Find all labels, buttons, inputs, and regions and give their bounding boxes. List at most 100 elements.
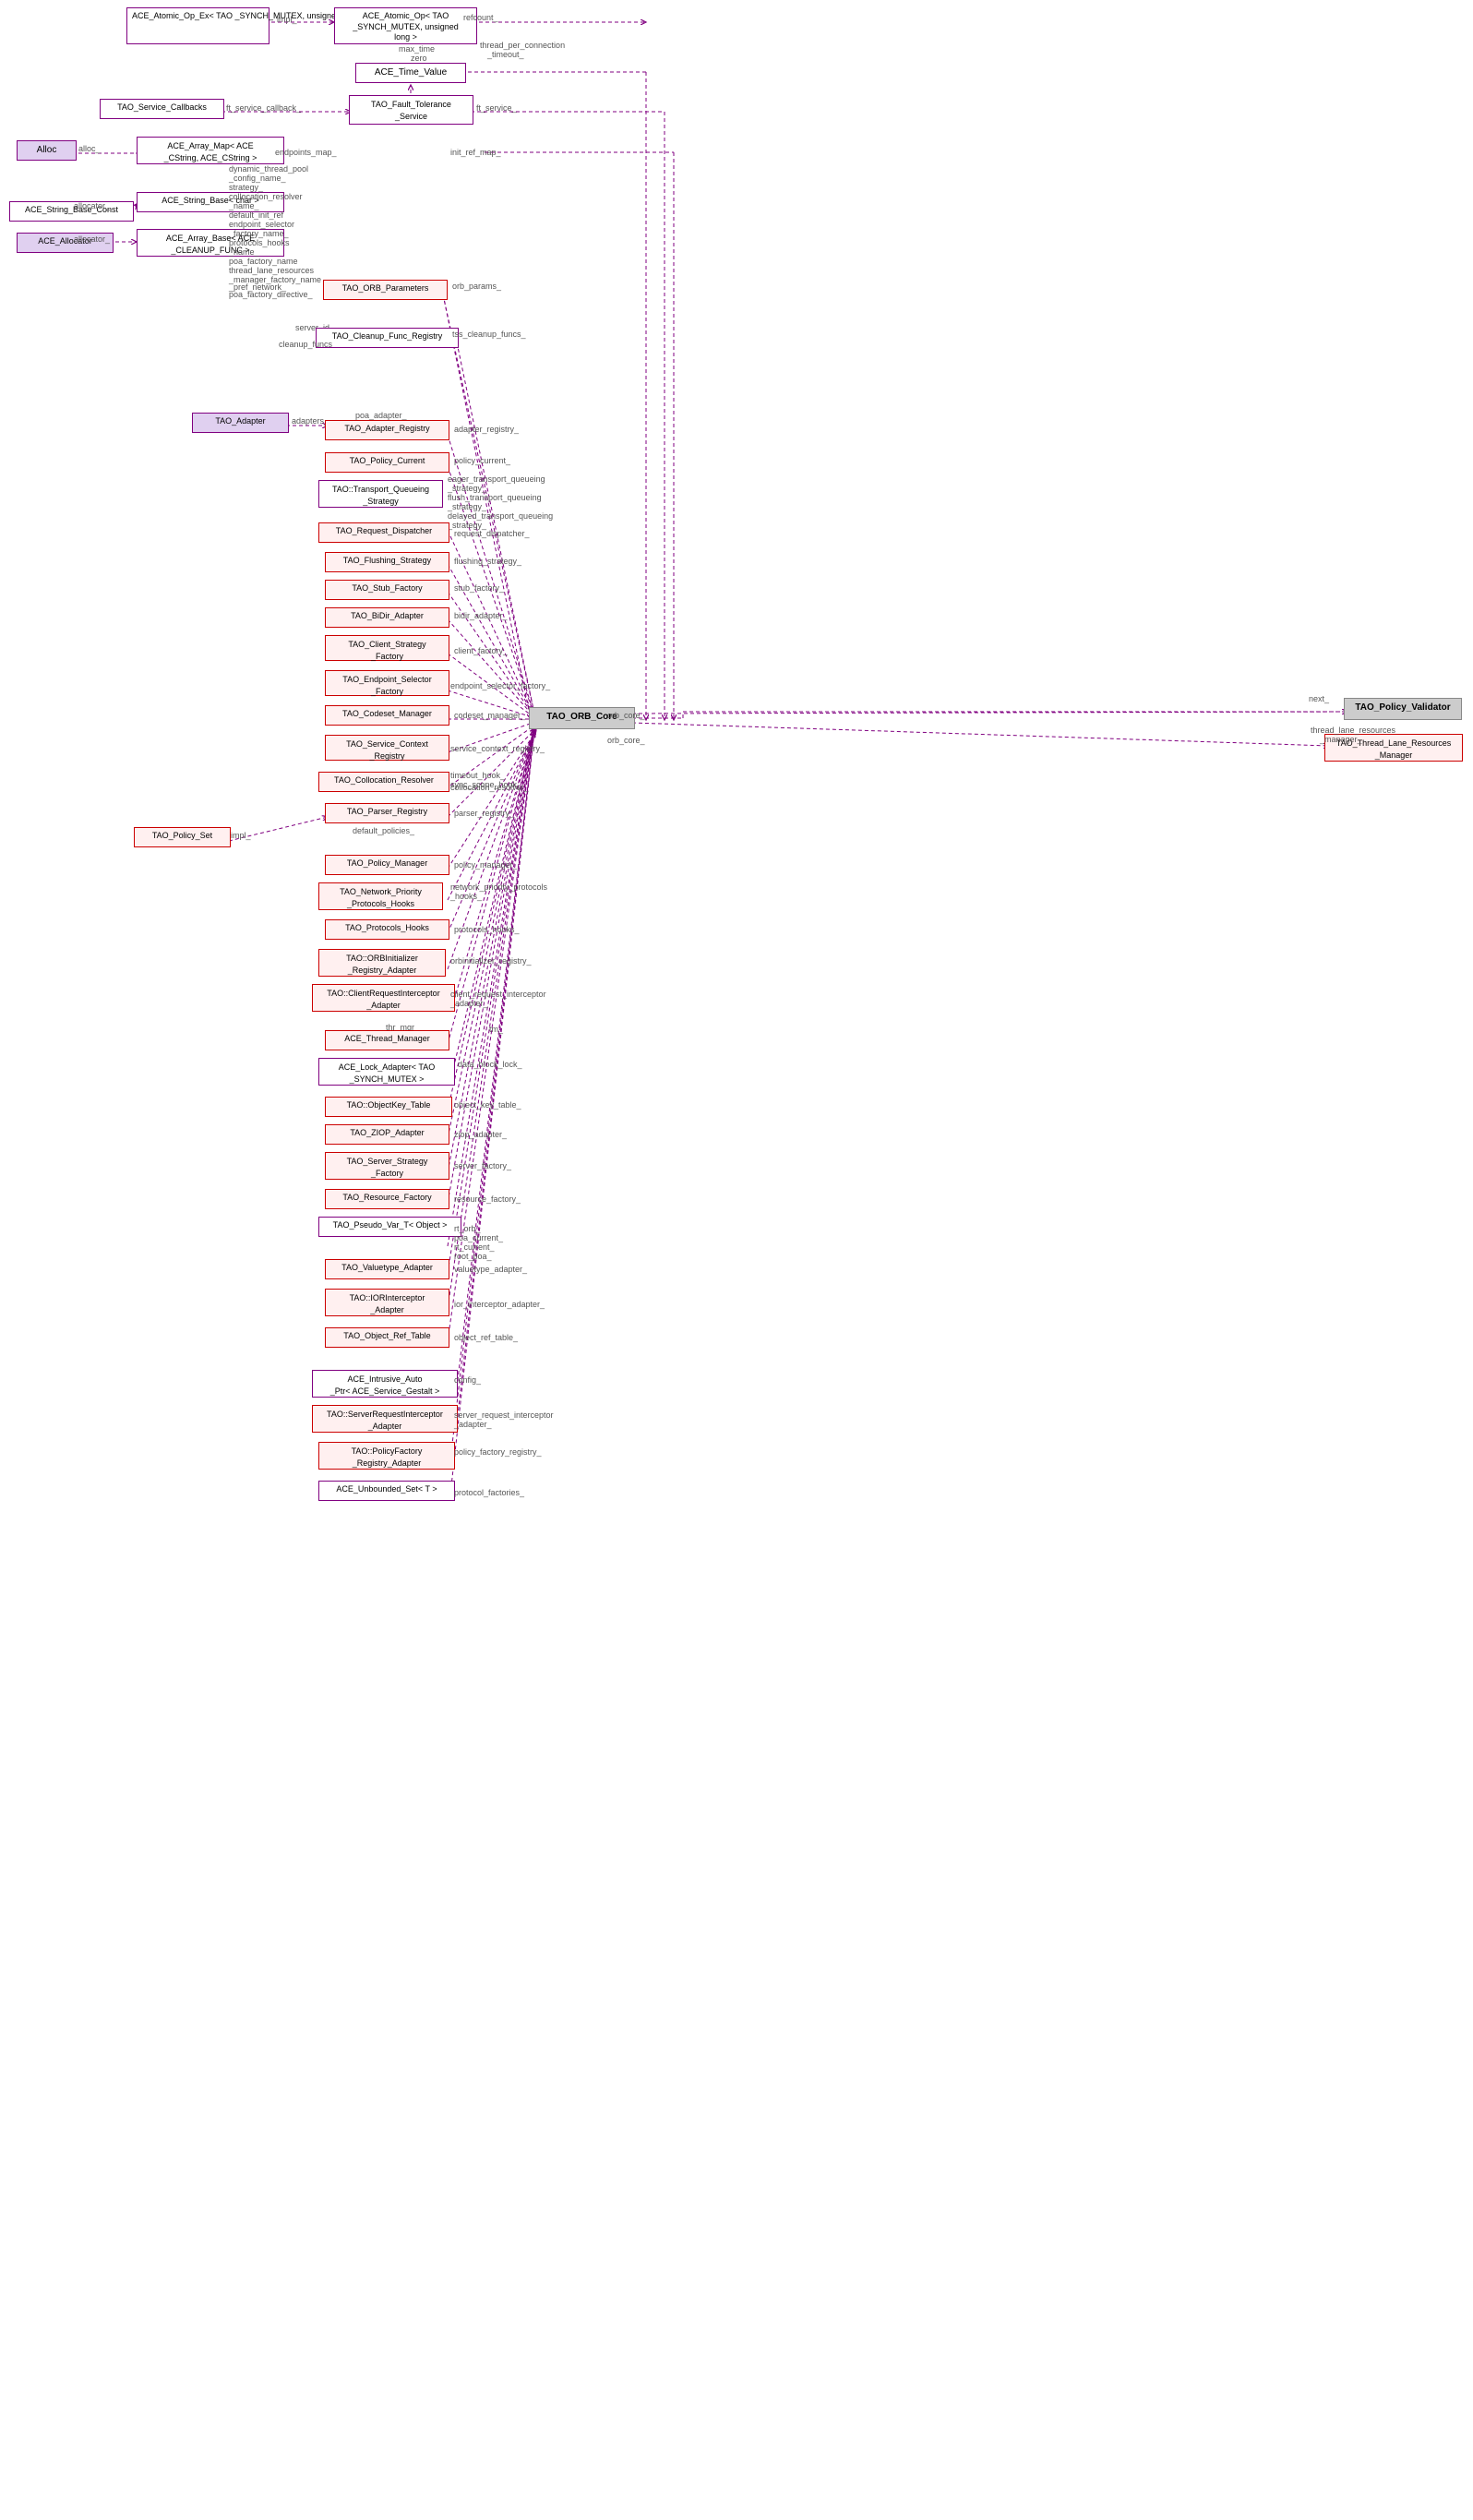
label-bidir-adapter: bidir_adapter_: [454, 611, 508, 620]
label-tm: tm_: [489, 1025, 503, 1034]
label-eager-transport: eager_transport_queueing: [448, 474, 545, 484]
label-protocols-hooks2: protocols_hooks_: [454, 925, 520, 934]
label-refcount: refcount_: [463, 13, 498, 22]
node-ace-string-base-const: ACE_String_Base_Const: [9, 201, 134, 222]
label-valuetype-adapter: valuetype_adapter_: [454, 1265, 527, 1274]
label-network-priority-protocols: network_priority_protocols: [450, 882, 547, 892]
label-adapters: adapters_: [292, 416, 329, 426]
label-strategy3: _strategy_: [448, 502, 486, 511]
label-flush-transport: flush_transport_queueing: [448, 493, 542, 502]
label-policy-manager: policy_manager_: [454, 860, 518, 870]
label-orbinitializer-registry: orbinitializer_registry_: [450, 956, 532, 966]
node-tao-server-request-interceptor-adapter: TAO::ServerRequestInterceptor_Adapter: [312, 1405, 458, 1433]
label-policy-factory-registry: policy_factory_registry_: [454, 1447, 542, 1457]
label-ior-interceptor-adapter: ior_interceptor_adapter_: [454, 1300, 545, 1309]
node-tao-pseudo-var-object: TAO_Pseudo_Var_T< Object >: [318, 1217, 461, 1237]
node-tao-bidir-adapter: TAO_BiDir_Adapter: [325, 607, 449, 628]
node-tao-policy-validator: TAO_Policy_Validator: [1344, 698, 1462, 720]
node-tao-client-strategy-factory: TAO_Client_Strategy_Factory: [325, 635, 449, 661]
label-default-policies: default_policies_: [353, 826, 414, 835]
label-orb-core1: orb_core_: [607, 711, 645, 720]
label-allocator1: allocator_: [74, 201, 110, 210]
node-tao-valuetype-adapter: TAO_Valuetype_Adapter: [325, 1259, 449, 1279]
label-thread-lane-resources-manager: thread_lane_resources: [1311, 726, 1395, 735]
node-tao-policy-manager: TAO_Policy_Manager: [325, 855, 449, 875]
label-policy-current: policy_current_: [454, 456, 510, 465]
label-parser-registry: parser_registry_: [454, 809, 514, 818]
node-ace-unbounded-set: ACE_Unbounded_Set< T >: [318, 1481, 455, 1501]
node-tao-protocols-hooks: TAO_Protocols_Hooks: [325, 919, 449, 940]
label-endpoint-selector-factory: endpoint_selector_factory_: [450, 681, 550, 690]
label-object-ref-table: object_ref_table_: [454, 1333, 518, 1342]
label-allocator2: allocator_: [74, 234, 110, 244]
node-tao-flushing-strategy: TAO_Flushing_Strategy: [325, 552, 449, 572]
label-client-request-interceptor: client_request_interceptor: [450, 990, 546, 999]
label-timeout-hook: timeout_hook_: [450, 771, 505, 780]
label-adapter2: _adapter_: [454, 1420, 492, 1429]
label-timeout: _timeout_: [487, 50, 524, 59]
node-tao-adapter-registry: TAO_Adapter_Registry: [325, 420, 449, 440]
label-rt-current: rt_current_: [454, 1242, 495, 1252]
node-tao-collocation-resolver: TAO_Collocation_Resolver: [318, 772, 449, 792]
diagram-container: ACE_Atomic_Op_Ex< TAO _SYNCH_MUTEX, unsi…: [0, 0, 1473, 2520]
node-tao-policy-current: TAO_Policy_Current: [325, 452, 449, 473]
node-tao-orbinitializer-registry-adapter: TAO::ORBInitializer_Registry_Adapter: [318, 949, 446, 977]
label-rt-orb: rt_orb_: [454, 1224, 481, 1233]
label-default-init-ref: default_init_ref: [229, 210, 283, 220]
label-protocols-hooks: protocols_hooks: [229, 238, 290, 247]
label-ziop-adapter: ziop_adapter_: [454, 1130, 507, 1139]
node-tao-adapter: TAO_Adapter: [192, 413, 289, 433]
node-tao-stub-factory: TAO_Stub_Factory: [325, 580, 449, 600]
label-thread-per-connection: thread_per_connection: [480, 41, 565, 50]
label-zero: zero: [411, 54, 427, 63]
label-config: config_: [454, 1375, 481, 1385]
label-object-key-table: object_key_table_: [454, 1100, 521, 1110]
label-name2: _name_: [229, 247, 259, 257]
label-manager: _manager_: [1320, 735, 1362, 744]
label-poa-adapter: poa_adapter_: [355, 411, 407, 420]
label-name: _name_: [229, 201, 259, 210]
node-tao-codeset-manager: TAO_Codeset_Manager: [325, 705, 449, 726]
label-max-time: max_time: [399, 44, 435, 54]
node-ace-thread-manager: ACE_Thread_Manager: [325, 1030, 449, 1050]
node-tao-objectkey-table: TAO::ObjectKey_Table: [325, 1097, 452, 1117]
label-poa-factory-directive: poa_factory_directive_: [229, 290, 313, 299]
label-stub-factory: stub_factory_: [454, 583, 504, 593]
label-service-context-registry: service_context_registry_: [450, 744, 545, 753]
label-tss-cleanup: tss_cleanup_funcs_: [452, 330, 526, 339]
label-thread-lane: thread_lane_resources: [229, 266, 314, 275]
edges-svg: [0, 0, 1473, 2520]
label-orb-params: orb_params_: [452, 282, 501, 291]
label-poa-factory-name: poa_factory_name: [229, 257, 298, 266]
label-orb-core2: orb_core_: [607, 736, 645, 745]
label-client-factory: client_factory_: [454, 646, 508, 655]
label-ft-service: ft_service_: [476, 103, 517, 113]
node-ace-atomic-op-ex-2: ACE_Atomic_Op< TAO_SYNCH_MUTEX, unsigned…: [334, 7, 477, 44]
node-ace-intrusive-auto-ptr: ACE_Intrusive_Auto_Ptr< ACE_Service_Gest…: [312, 1370, 458, 1398]
label-collocation-resolver-name: collocation_resolver: [229, 192, 303, 201]
node-alloc: Alloc: [17, 140, 77, 161]
label-collocation-resolver: collocation_resolver_: [450, 783, 529, 792]
node-tao-fault-tolerance-service: TAO_Fault_Tolerance_Service: [349, 95, 473, 125]
label-server-request-interceptor-adapter: server_request_interceptor: [454, 1410, 554, 1420]
node-ace-time-value: ACE_Time_Value: [355, 63, 466, 83]
node-tao-resource-factory: TAO_Resource_Factory: [325, 1189, 449, 1209]
label-server-factory: server_factory_: [454, 1161, 511, 1170]
node-tao-endpoint-selector-factory: TAO_Endpoint_Selector_Factory: [325, 670, 449, 696]
node-tao-service-context-registry: TAO_Service_Context_Registry: [325, 735, 449, 761]
node-tao-policy-set: TAO_Policy_Set: [134, 827, 231, 847]
label-init-ref-map: init_ref_map_: [450, 148, 501, 157]
node-tao-network-priority-protocols-hooks: TAO_Network_Priority_Protocols_Hooks: [318, 882, 443, 910]
label-root-poa: root_poa_: [454, 1252, 492, 1261]
label-delayed-transport: delayed_transport_queueing: [448, 511, 553, 521]
label-ft-service-callback: ft_service_callback_: [226, 103, 301, 113]
node-tao-cleanup-func-registry: TAO_Cleanup_Func_Registry: [316, 328, 459, 348]
label-next: next_: [1309, 694, 1329, 703]
label-adapter-registry: adapter_registry_: [454, 425, 519, 434]
node-tao-policyfactory-registry-adapter: TAO::PolicyFactory_Registry_Adapter: [318, 1442, 455, 1470]
label-endpoints-map: endpoints_map_: [275, 148, 337, 157]
node-ace-lock-adapter-synch-mutex: ACE_Lock_Adapter< TAO_SYNCH_MUTEX >: [318, 1058, 455, 1086]
node-tao-ziop-adapter: TAO_ZIOP_Adapter: [325, 1124, 449, 1145]
label-factory-name: _factory_name_: [229, 229, 289, 238]
label-strategy2: _strategy_: [448, 484, 486, 493]
